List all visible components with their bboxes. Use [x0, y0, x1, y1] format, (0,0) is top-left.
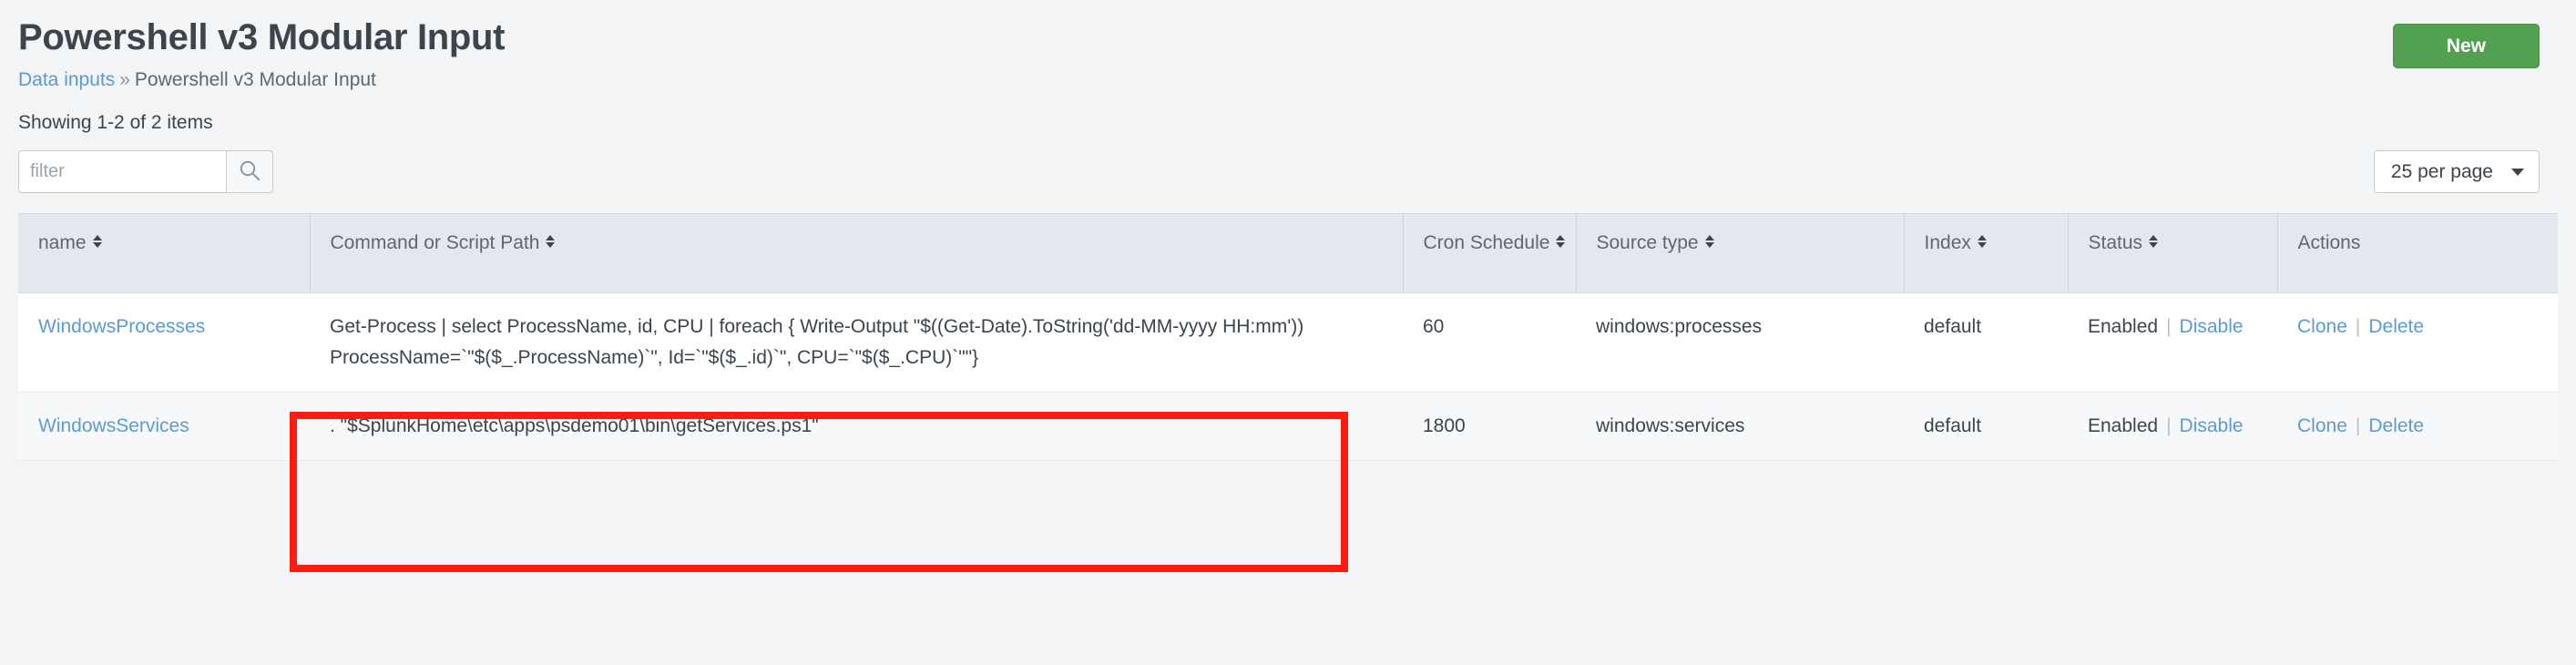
column-header-name-label: name	[38, 232, 87, 254]
status-separator: |	[2166, 415, 2172, 437]
page-container: Powershell v3 Modular Input Data inputs»…	[0, 0, 2576, 462]
sort-icon	[1977, 235, 1987, 249]
clone-link[interactable]: Clone	[2297, 415, 2347, 436]
new-button[interactable]: New	[2392, 24, 2540, 68]
sort-icon	[1556, 235, 1566, 249]
disable-link[interactable]: Disable	[2180, 316, 2244, 337]
column-header-source-type-label: Source type	[1596, 232, 1699, 254]
cell-status: Enabled | Disable	[2068, 392, 2277, 462]
column-header-source-type[interactable]: Source type	[1576, 213, 1905, 294]
column-header-index[interactable]: Index	[1904, 213, 2069, 294]
column-header-status[interactable]: Status	[2068, 213, 2278, 294]
table-controls: 25 per page	[18, 150, 2558, 194]
breadcrumb: Data inputs» Powershell v3 Modular Input	[18, 68, 505, 91]
actions-separator: |	[2355, 415, 2361, 437]
sort-icon	[1704, 235, 1714, 249]
search-button[interactable]	[226, 150, 273, 194]
column-header-name[interactable]: name	[18, 213, 311, 294]
page-header: Powershell v3 Modular Input Data inputs»…	[18, 0, 2558, 91]
column-header-command[interactable]: Command or Script Path	[310, 213, 1404, 294]
column-header-cron-label: Cron Schedule	[1423, 232, 1550, 254]
per-page-label: 25 per page	[2390, 160, 2493, 182]
table-row: WindowsServices . "$SplunkHome\etc\apps\…	[18, 392, 2558, 462]
breadcrumb-separator: »	[119, 69, 130, 90]
column-header-index-label: Index	[1924, 232, 1971, 254]
showing-count: Showing 1-2 of 2 items	[18, 112, 213, 134]
column-header-cron[interactable]: Cron Schedule	[1403, 213, 1577, 294]
cell-source-type: windows:processes	[1576, 292, 1904, 394]
per-page-dropdown[interactable]: 25 per page	[2373, 150, 2540, 194]
cell-index: default	[1904, 292, 2068, 394]
column-header-actions-label: Actions	[2297, 232, 2361, 254]
column-header-status-label: Status	[2088, 232, 2143, 254]
status-badge: Enabled	[2088, 316, 2159, 338]
cell-command: Get-Process | select ProcessName, id, CP…	[310, 292, 1403, 394]
cell-actions: Clone | Delete	[2277, 292, 2558, 394]
cell-command: . "$SplunkHome\etc\apps\psdemo01\bin\get…	[310, 392, 1403, 462]
sort-icon	[546, 235, 556, 249]
chevron-down-icon	[2511, 168, 2524, 176]
inputs-table: name Command or Script Path Cron Schedul…	[18, 213, 2558, 462]
table-container: name Command or Script Path Cron Schedul…	[18, 213, 2558, 462]
filter-group	[18, 150, 273, 194]
cell-cron-schedule: 1800	[1403, 392, 1576, 462]
cell-cron-schedule: 60	[1403, 292, 1576, 394]
cell-name: WindowsProcesses	[18, 292, 310, 394]
table-header-row: name Command or Script Path Cron Schedul…	[18, 213, 2558, 294]
column-header-actions: Actions	[2277, 213, 2558, 294]
clone-link[interactable]: Clone	[2297, 316, 2347, 337]
sort-icon	[92, 235, 102, 249]
actions-separator: |	[2355, 316, 2361, 338]
filter-input[interactable]	[18, 150, 226, 194]
sort-icon	[2149, 235, 2159, 249]
cell-actions: Clone | Delete	[2277, 392, 2558, 462]
input-name-link[interactable]: WindowsServices	[38, 415, 189, 436]
disable-link[interactable]: Disable	[2180, 415, 2244, 436]
table-row: WindowsProcesses Get-Process | select Pr…	[18, 292, 2558, 394]
input-name-link[interactable]: WindowsProcesses	[38, 316, 205, 337]
breadcrumb-current: Powershell v3 Modular Input	[134, 69, 376, 90]
breadcrumb-link-data-inputs[interactable]: Data inputs	[18, 69, 115, 90]
delete-link[interactable]: Delete	[2368, 415, 2424, 436]
status-separator: |	[2166, 316, 2172, 338]
delete-link[interactable]: Delete	[2368, 316, 2424, 337]
page-title: Powershell v3 Modular Input	[18, 17, 506, 57]
cell-name: WindowsServices	[18, 392, 310, 462]
cell-source-type: windows:services	[1576, 392, 1904, 462]
column-header-command-label: Command or Script Path	[330, 232, 540, 254]
status-badge: Enabled	[2088, 415, 2159, 437]
cell-status: Enabled | Disable	[2068, 292, 2277, 394]
cell-index: default	[1904, 392, 2068, 462]
search-icon	[238, 159, 261, 185]
title-block: Powershell v3 Modular Input Data inputs»…	[18, 16, 506, 91]
